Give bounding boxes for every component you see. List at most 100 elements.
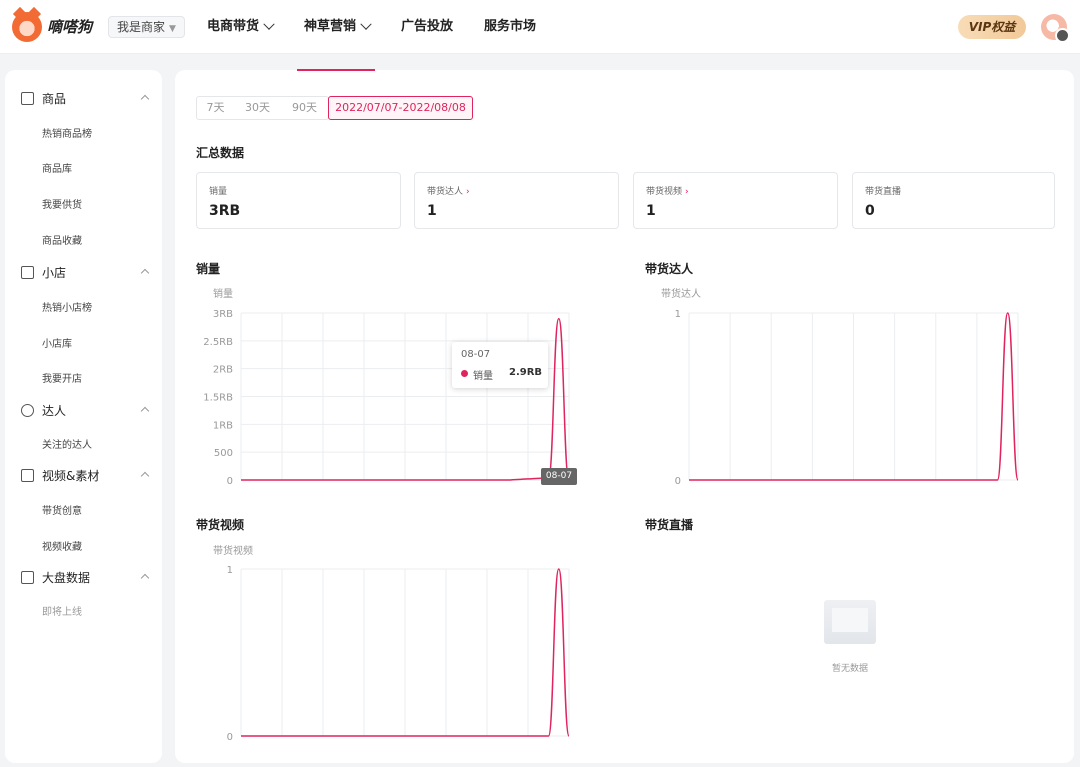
sidebar-item-creative[interactable]: 带货创意	[42, 502, 82, 517]
sidebar-item-open-store[interactable]: 我要开店	[42, 370, 82, 385]
range-7-days[interactable]: 7天	[196, 96, 235, 120]
vip-button[interactable]: VIP权益	[958, 15, 1026, 39]
chart-title-videos: 带货视频	[196, 518, 245, 532]
series-dot-icon	[461, 370, 468, 377]
empty-state-text: 暂无数据	[831, 664, 868, 674]
sidebar-item-hot-stores[interactable]: 热销小店榜	[42, 299, 92, 314]
chart-tooltip: 08-07 销量 2.9RB	[452, 342, 548, 388]
sidebar-group-label: 小店	[42, 265, 67, 280]
avatar[interactable]	[1041, 14, 1070, 43]
chart-title-influencers: 带货达人	[645, 262, 694, 276]
y-tick-label: 1	[675, 309, 681, 320]
sidebar-item-hot-products[interactable]: 热销商品榜	[42, 125, 92, 140]
sidebar-item-followed-influencers[interactable]: 关注的达人	[42, 436, 92, 451]
y-tick-label: 2RB	[213, 365, 233, 376]
y-tick-label: 3RB	[213, 309, 233, 320]
nav-item-label: 电商带货	[207, 19, 260, 34]
tooltip-date: 08-07	[461, 349, 491, 360]
sidebar-item-video-favorites[interactable]: 视频收藏	[42, 538, 82, 553]
y-tick-label: 0	[675, 476, 681, 487]
card-label-text: 带货达人	[427, 187, 464, 197]
chevron-right-icon: ›	[685, 187, 689, 197]
chevron-up-icon	[140, 268, 150, 278]
chevron-right-icon: ›	[466, 187, 470, 197]
x-axis-pointer-label: 08-07	[541, 468, 577, 485]
y-tick-label: 500	[214, 448, 233, 459]
summary-card-lives: 带货直播 0	[852, 172, 1055, 229]
sidebar-item-product-library[interactable]: 商品库	[42, 160, 72, 175]
nav-item-marketing[interactable]: 神草营销	[304, 0, 372, 54]
y-axis-label: 销量	[213, 287, 233, 300]
summary-card-videos[interactable]: 带货视频 › 1	[633, 172, 838, 229]
nav-item-label: 服务市场	[484, 19, 537, 34]
influencers-chart[interactable]: 带货达人 0 1	[645, 282, 1035, 492]
range-90-days[interactable]: 90天	[281, 96, 329, 120]
y-tick-label: 1RB	[213, 420, 233, 431]
nav-item-ecommerce[interactable]: 电商带货	[207, 0, 275, 54]
chevron-up-icon	[140, 94, 150, 104]
sidebar-group-label: 视频&素材	[42, 468, 100, 483]
summary-card-sales: 销量 3RB	[196, 172, 401, 229]
tooltip-series-name: 销量	[473, 371, 493, 382]
card-label: 销量	[209, 187, 228, 197]
sidebar-group-label: 大盘数据	[42, 570, 91, 585]
sidebar-item-coming-soon: 即将上线	[42, 607, 82, 618]
logo-text[interactable]: 嘀嗒狗	[47, 16, 92, 37]
y-tick-label: 1	[227, 565, 233, 576]
star-person-icon	[21, 403, 34, 417]
logo-fox-icon[interactable]	[12, 12, 42, 42]
video-icon	[21, 468, 34, 482]
store-icon	[21, 265, 34, 279]
card-label: 带货直播	[865, 187, 902, 197]
merchant-switch[interactable]: 我是商家 ▼	[108, 16, 185, 38]
main-nav: 电商带货 神草营销 广告投放 服务市场	[207, 0, 567, 54]
chart-title-lives: 带货直播	[645, 518, 694, 532]
empty-chart-icon	[824, 600, 876, 644]
chevron-down-icon	[360, 18, 372, 30]
monitor-icon	[21, 570, 34, 584]
sidebar-item-supply[interactable]: 我要供货	[42, 196, 82, 211]
chevron-up-icon	[140, 471, 150, 481]
summary-card-influencers[interactable]: 带货达人 › 1	[414, 172, 619, 229]
sidebar-group-market-data[interactable]: 大盘数据	[5, 567, 162, 587]
y-tick-label: 2.5RB	[203, 337, 233, 348]
sidebar-item-store-library[interactable]: 小店库	[42, 335, 72, 350]
range-30-days[interactable]: 30天	[234, 96, 282, 120]
card-label: 带货达人 ›	[427, 184, 470, 197]
sidebar-group-video[interactable]: 视频&素材	[5, 465, 162, 485]
y-axis-label: 带货达人	[661, 287, 701, 300]
chart-title-sales: 销量	[196, 262, 221, 276]
y-tick-label: 0	[227, 476, 233, 487]
card-label: 带货视频 ›	[646, 184, 689, 197]
sidebar: 商品 热销商品榜 商品库 我要供货 商品收藏 小店 热销小店榜 小店库 我要开店…	[5, 70, 162, 763]
sidebar-group-label: 商品	[42, 91, 67, 106]
top-navigation: 嘀嗒狗 我是商家 ▼ 电商带货 神草营销 广告投放 服务市场 VIP权益	[0, 0, 1080, 54]
card-value: 1	[427, 203, 437, 219]
active-tab-indicator	[297, 69, 375, 71]
card-value: 3RB	[209, 203, 241, 219]
sidebar-item-product-favorites[interactable]: 商品收藏	[42, 232, 82, 247]
chevron-down-icon	[263, 18, 275, 30]
chevron-up-icon	[140, 573, 150, 583]
bag-icon	[21, 91, 34, 105]
card-value: 0	[865, 203, 875, 219]
sidebar-group-products[interactable]: 商品	[5, 88, 162, 108]
chevron-up-icon	[140, 406, 150, 416]
sidebar-group-store[interactable]: 小店	[5, 262, 162, 282]
sidebar-group-influencers[interactable]: 达人	[5, 400, 162, 420]
merchant-label: 我是商家	[117, 20, 166, 34]
y-tick-label: 0	[227, 732, 233, 743]
videos-chart[interactable]: 带货视频 0 1	[196, 538, 596, 748]
sidebar-group-label: 达人	[42, 403, 67, 418]
summary-title: 汇总数据	[196, 146, 245, 160]
nav-item-label: 神草营销	[304, 19, 357, 34]
y-axis-label: 带货视频	[213, 544, 253, 557]
caret-down-icon: ▼	[169, 24, 176, 34]
y-tick-label: 1.5RB	[203, 393, 233, 404]
nav-item-service-market[interactable]: 服务市场	[484, 0, 536, 54]
range-custom-date[interactable]: 2022/07/07-2022/08/08	[328, 96, 473, 120]
nav-item-label: 广告投放	[401, 19, 454, 34]
card-value: 1	[646, 203, 656, 219]
nav-item-ads[interactable]: 广告投放	[401, 0, 453, 54]
tooltip-value: 2.9RB	[509, 367, 543, 378]
